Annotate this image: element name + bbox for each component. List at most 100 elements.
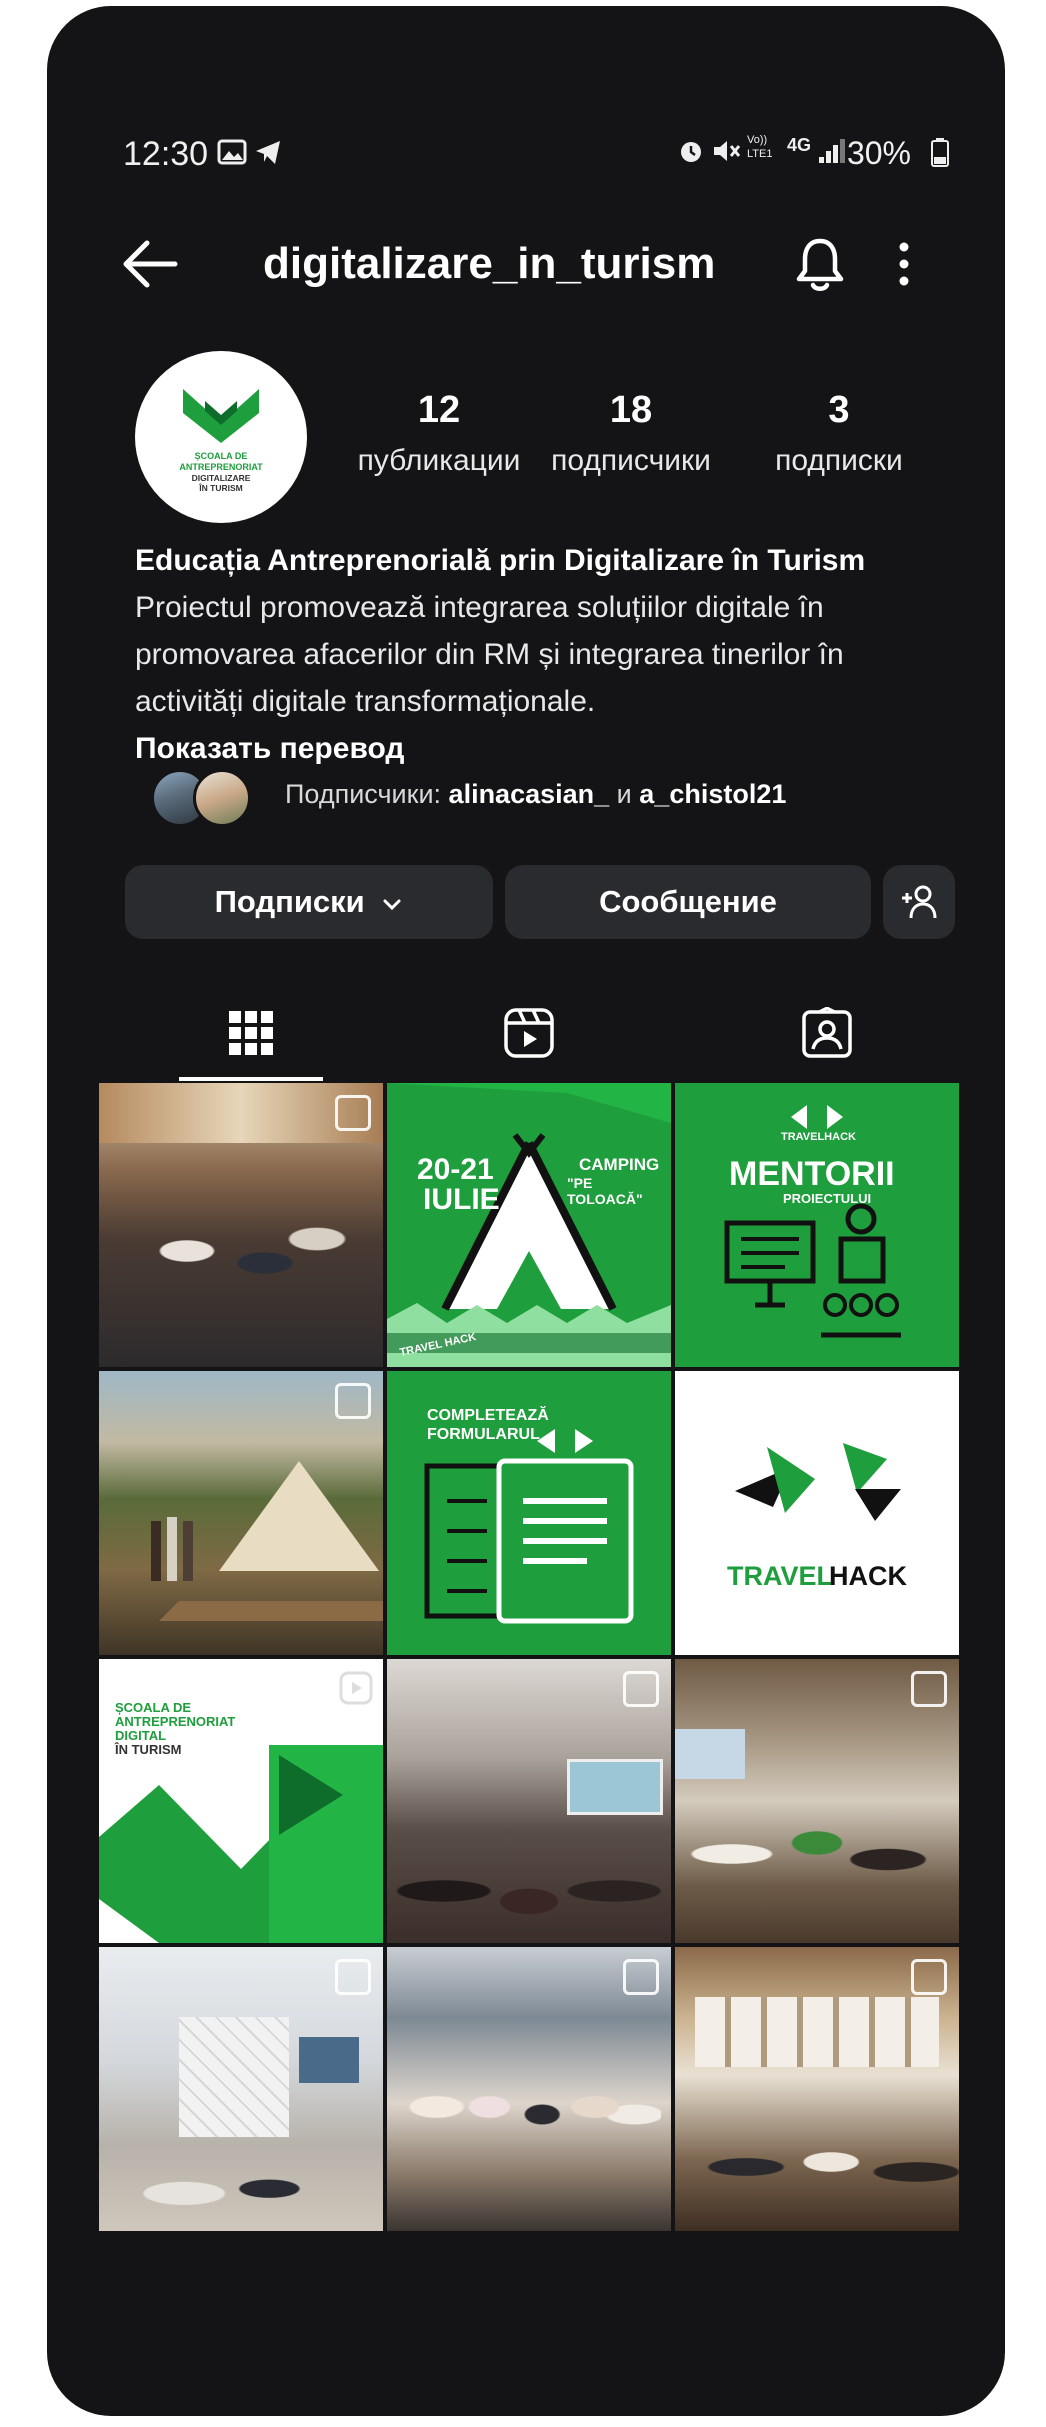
add-person-icon (902, 885, 937, 919)
carousel-icon (911, 1671, 947, 1707)
profile-stats: 12 публикации 18 подписчики 3 подписки (349, 389, 959, 499)
suggested-users-button[interactable] (883, 865, 955, 939)
reel-line-last: ÎN TURISM (115, 1742, 182, 1757)
stat-posts-value: 12 (417, 389, 461, 431)
network-label: 4G (787, 135, 812, 155)
stat-posts-label: публикации (357, 444, 521, 477)
post-photo-stone-hall[interactable] (675, 1659, 959, 1943)
volte-label: Vo)) LTE1 (747, 134, 773, 160)
carousel-icon (911, 1959, 947, 1995)
stat-following-label: подписки (775, 444, 903, 477)
following-button[interactable]: Подписки (125, 865, 493, 939)
reels-icon (504, 1008, 554, 1058)
form-headline: COMPLETEAZĂ (427, 1407, 549, 1424)
camping-tent-graphic (387, 1083, 671, 1367)
carousel-icon (335, 1383, 371, 1419)
post-photo-glamping-tent[interactable] (99, 1371, 383, 1655)
carousel-icon (623, 1959, 659, 1995)
stat-followers-label: подписчики (551, 444, 711, 477)
chevron-down-icon (383, 899, 401, 911)
post-photo-press-wall[interactable] (99, 1947, 383, 2231)
travelhack-logo-icon (735, 1443, 901, 1521)
svg-text:ȘCOALA DE: ȘCOALA DE (195, 451, 248, 461)
tab-grid[interactable] (181, 995, 321, 1065)
reel-line: ANTREPRENORIAT (115, 1714, 236, 1729)
profile-tabs (93, 989, 963, 1081)
show-translation-link[interactable]: Показать перевод (135, 725, 935, 772)
bio-line: promovarea afacerilor din RM și integrar… (135, 638, 844, 671)
profile-username: digitalizare_in_turism (263, 239, 716, 288)
post-mentors[interactable]: TRAVELHACK MENTORII PROIECTULUI (675, 1083, 959, 1367)
post-camping-announcement[interactable]: 20-21 IULIE CAMPING "PE TOLOACĂ" TRAVEL … (387, 1083, 671, 1367)
stat-following-value: 3 (828, 389, 850, 431)
tagged-icon (802, 1006, 852, 1058)
profile-header: digitalizare_in_turism (93, 221, 963, 311)
profile-display-name: Educația Antreprenorială prin Digitaliza… (135, 544, 866, 577)
mentors-graphic (724, 1105, 901, 1338)
stat-following[interactable]: 3 подписки (749, 389, 929, 478)
message-button-label: Сообщение (599, 884, 777, 919)
reel-line: ȘCOALA DE (115, 1700, 192, 1715)
carousel-icon (623, 1671, 659, 1707)
svg-text:DIGITALIZARE: DIGITALIZARE (192, 473, 251, 483)
post-travelhack-logo[interactable]: TRAVEL HACK (675, 1371, 959, 1655)
mentors-sub: PROIECTULUI (783, 1191, 872, 1206)
stat-posts[interactable]: 12 публикации (349, 389, 529, 478)
bio-line: activități digitale transformaționale. (135, 685, 596, 718)
travelhack-word-hack: HACK (829, 1561, 907, 1591)
post-school-reel[interactable]: ȘCOALA DE ANTREPRENORIAT DIGITAL ÎN TURI… (99, 1659, 383, 1943)
follower-username[interactable]: a_chistol21 (639, 779, 786, 809)
post-photo-hall[interactable] (675, 1947, 959, 2231)
tab-reels[interactable] (459, 995, 599, 1065)
battery-percent: 30% (846, 135, 911, 171)
signal-icon (819, 139, 845, 163)
followers-join: и (616, 779, 632, 809)
reel-indicator-icon (339, 1671, 373, 1705)
phone-frame: 12:30 Vo)) LTE1 4G 30% digitalizare_in_t… (47, 6, 1005, 2416)
stat-followers-value: 18 (609, 389, 653, 431)
post-photo-group[interactable] (387, 1947, 671, 2231)
stat-followers[interactable]: 18 подписчики (541, 389, 721, 478)
mentors-brand: TRAVELHACK (781, 1131, 856, 1143)
follower-avatar (193, 769, 251, 827)
school-logo-icon: ȘCOALA DE ANTREPRENORIAT DIGITALIZARE ÎN… (179, 389, 263, 493)
message-button[interactable]: Сообщение (505, 865, 871, 939)
back-arrow-icon[interactable] (121, 237, 179, 291)
follower-username[interactable]: alinacasian_ (449, 779, 610, 809)
camping-date: 20-21 (417, 1153, 494, 1186)
travelhack-word-travel: TRAVEL (727, 1561, 833, 1591)
followers-prefix: Подписчики: (285, 779, 442, 809)
profile-avatar[interactable]: ȘCOALA DE ANTREPRENORIAT DIGITALIZARE ÎN… (135, 351, 307, 523)
reel-line: DIGITAL (115, 1728, 167, 1743)
carousel-icon (335, 1095, 371, 1131)
battery-icon (931, 138, 949, 167)
mutual-followers-text: Подписчики: alinacasian_ и a_chistol21 (285, 779, 786, 810)
gallery-notification-icon (217, 139, 247, 165)
svg-text:ANTREPRENORIAT: ANTREPRENORIAT (179, 462, 263, 472)
post-photo-workshop-gazebo[interactable] (99, 1083, 383, 1367)
mutual-followers[interactable]: Подписчики: alinacasian_ и a_chistol21 (151, 769, 951, 827)
active-tab-indicator (179, 1077, 323, 1081)
camping-place: "PE TOLOACĂ" (567, 1175, 643, 1207)
status-time: 12:30 (123, 135, 209, 173)
carousel-icon (335, 1959, 371, 1995)
status-bar: 12:30 Vo)) LTE1 4G 30% (93, 121, 963, 181)
profile-bio: Educația Antreprenorială prin Digitaliza… (135, 537, 935, 772)
bio-line: Proiectul promovează integrarea soluțiil… (135, 591, 824, 624)
camping-month: IULIE (423, 1183, 500, 1216)
camping-event: CAMPING (579, 1155, 660, 1174)
mentors-headline: MENTORII (729, 1155, 895, 1193)
svg-text:ÎN TURISM: ÎN TURISM (198, 482, 242, 493)
post-fill-form[interactable]: COMPLETEAZĂ FORMULARUL (387, 1371, 671, 1655)
tab-tagged[interactable] (757, 995, 897, 1065)
post-photo-attic-workshop[interactable] (387, 1659, 671, 1943)
telegram-notification-icon (256, 141, 280, 164)
grid-icon (229, 1011, 273, 1055)
mute-icon (714, 141, 741, 161)
bell-icon[interactable] (793, 235, 847, 293)
more-vertical-icon[interactable] (896, 239, 912, 289)
alarm-icon (681, 142, 701, 162)
following-button-label: Подписки (214, 884, 365, 919)
form-sub: FORMULARUL (427, 1426, 540, 1443)
screen: 12:30 Vo)) LTE1 4G 30% digitalizare_in_t… (93, 121, 963, 2291)
